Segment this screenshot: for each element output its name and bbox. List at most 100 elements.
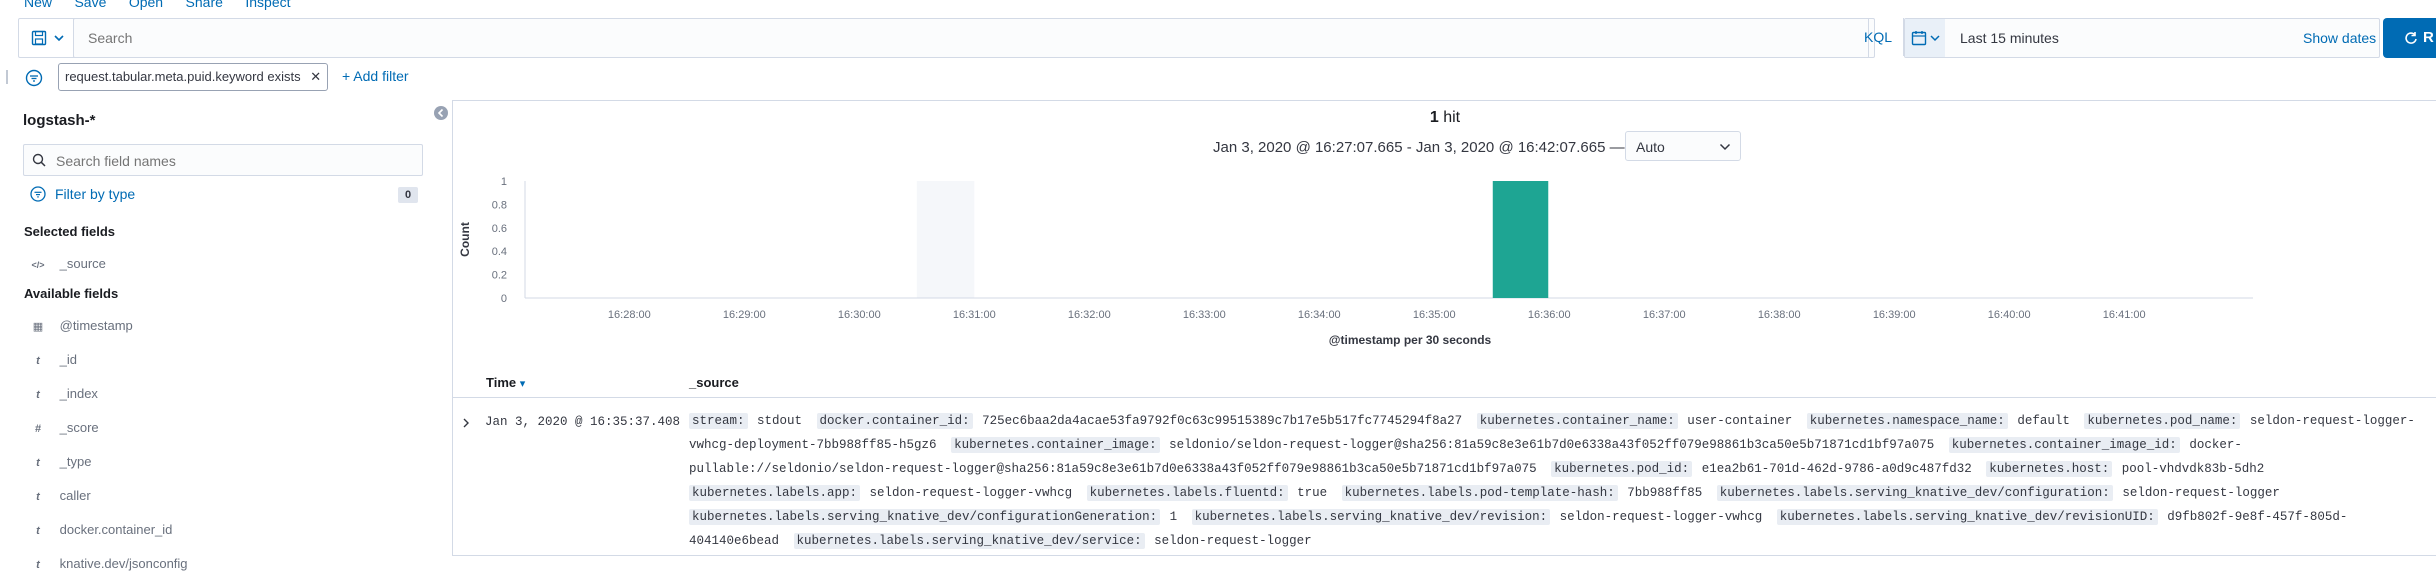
highlight-band [916, 181, 975, 298]
field-name: _type [59, 454, 92, 469]
quick-select-button[interactable] [1905, 19, 1945, 57]
x-tick-label: 16:35:00 [1413, 309, 1456, 321]
field-name: knative.dev/jsonconfig [59, 556, 188, 571]
field-item-index[interactable]: t _index [30, 384, 98, 404]
source-field-key: kubernetes.labels.serving_knative_dev/co… [689, 509, 1161, 525]
source-field-key: kubernetes.labels.serving_knative_dev/co… [1716, 485, 2113, 501]
source-field-key: kubernetes.labels.serving_knative_dev/re… [1776, 509, 2158, 525]
nav-share-link[interactable]: Share [186, 0, 223, 10]
filter-by-type-label: Filter by type [55, 186, 136, 202]
source-field-value: 1 [1162, 510, 1178, 524]
interval-select[interactable]: Auto [1625, 131, 1741, 161]
source-field-key: kubernetes.labels.fluentd: [1086, 485, 1288, 501]
y-axis-label: Count [458, 222, 472, 257]
source-field-key: kubernetes.pod_name: [2084, 413, 2241, 429]
chevron-down-icon [1930, 35, 1940, 42]
index-pattern-title[interactable]: logstash-* [23, 112, 96, 129]
string-type-icon: t [36, 389, 40, 401]
field-item-type[interactable]: t _type [30, 452, 91, 472]
nav-inspect-link[interactable]: Inspect [245, 0, 290, 10]
filter-pill-label: request.tabular.meta.puid.keyword exists [65, 69, 301, 84]
source-field-key: kubernetes.pod_id: [1551, 461, 1693, 477]
hits-counter: 1 hit [453, 109, 2436, 127]
add-filter-button[interactable]: + Add filter [342, 68, 409, 84]
close-icon[interactable]: ✕ [310, 69, 321, 84]
search-input-wrapper [73, 18, 1875, 58]
x-axis-label: @timestamp per 30 seconds [1329, 333, 1492, 347]
source-field-key: kubernetes.container_name: [1476, 413, 1678, 429]
filter-icon [30, 186, 46, 202]
search-input[interactable] [86, 27, 1790, 49]
filter-count-badge: 0 [398, 187, 418, 203]
sort-desc-icon[interactable]: ▾ [520, 378, 526, 390]
column-header-source: _source [689, 375, 739, 390]
string-type-icon: t [36, 355, 40, 367]
saved-query-button[interactable] [18, 18, 76, 58]
available-fields-title: Available fields [24, 286, 119, 301]
nav-toggle-icon[interactable] [6, 70, 16, 84]
source-field-value: seldon-request-logger-vwhcg [1552, 510, 1763, 524]
field-name: @timestamp [59, 318, 133, 333]
calendar-icon [1911, 31, 1927, 46]
source-field-key: kubernetes.container_image: [951, 437, 1160, 453]
x-tick-label: 16:31:00 [953, 309, 996, 321]
string-type-icon: t [36, 525, 40, 537]
column-header-time-label: Time [486, 375, 517, 390]
string-type-icon: t [36, 559, 40, 571]
y-tick-label: 0.4 [492, 246, 507, 258]
collapse-sidebar-icon[interactable] [433, 105, 449, 121]
x-tick-label: 16:34:00 [1298, 309, 1341, 321]
field-item-score[interactable]: # _score [30, 418, 99, 438]
source-field-value: seldon-request-logger [1146, 534, 1312, 548]
hits-label: hit [1443, 109, 1461, 126]
time-range-text: Jan 3, 2020 @ 16:27:07.665 - Jan 3, 2020… [1213, 139, 1625, 156]
field-item-source[interactable]: </> _source [30, 254, 106, 274]
field-item-knative-jsonconfig[interactable]: t knative.dev/jsonconfig [30, 554, 188, 574]
field-item-docker-container-id[interactable]: t docker.container_id [30, 520, 172, 540]
field-item-timestamp[interactable]: ▦ @timestamp [30, 316, 133, 336]
column-header-time[interactable]: Time ▾ [486, 375, 525, 390]
x-tick-label: 16:38:00 [1758, 309, 1801, 321]
field-search-input[interactable] [54, 151, 408, 171]
chevron-down-icon [1719, 143, 1731, 151]
source-field-value: 725ec6baa2da4acae53fa9792f0c63c99515389c… [974, 414, 1463, 428]
field-name: _id [59, 352, 77, 367]
document-time: Jan 3, 2020 @ 16:35:37.408 [485, 415, 681, 429]
date-picker: Last 15 minutes Show dates [1904, 18, 2380, 58]
show-dates-button[interactable]: Show dates [2303, 30, 2376, 46]
source-field-value: seldonio/seldon-request-logger@sha256:81… [1161, 438, 1935, 452]
field-search-wrapper [23, 144, 423, 176]
y-tick-label: 0.8 [492, 199, 507, 211]
x-tick-label: 16:30:00 [838, 309, 881, 321]
document-source: stream: stdout docker.container_id: 725e… [689, 409, 2434, 553]
field-name: _index [59, 386, 98, 401]
source-field-key: docker.container_id: [816, 413, 973, 429]
source-field-value: seldon-request-logger-vwhcg [862, 486, 1073, 500]
source-field-key: kubernetes.labels.serving_knative_dev/se… [793, 533, 1145, 549]
filter-options-icon[interactable] [25, 69, 43, 87]
source-field-key: kubernetes.host: [1986, 461, 2113, 477]
number-type-icon: # [34, 423, 42, 435]
nav-new-link[interactable]: New [24, 0, 52, 10]
nav-open-link[interactable]: Open [129, 0, 163, 10]
nav-save-link[interactable]: Save [74, 0, 106, 10]
expand-row-chevron-icon[interactable] [461, 417, 471, 429]
filter-pill[interactable]: request.tabular.meta.puid.keyword exists… [58, 63, 329, 91]
source-field-value: true [1289, 486, 1328, 500]
source-field-key: kubernetes.namespace_name: [1806, 413, 2008, 429]
x-tick-label: 16:32:00 [1068, 309, 1111, 321]
x-tick-label: 16:36:00 [1528, 309, 1571, 321]
hits-count: 1 [1429, 109, 1439, 126]
x-tick-label: 16:41:00 [2103, 309, 2146, 321]
field-name: _source [59, 256, 106, 271]
kql-toggle[interactable]: KQL [1864, 29, 1892, 45]
source-field-key: kubernetes.labels.app: [689, 485, 861, 501]
refresh-icon [2405, 32, 2417, 44]
x-tick-label: 16:40:00 [1988, 309, 2031, 321]
time-range-label[interactable]: Last 15 minutes [1960, 30, 2059, 46]
field-item-caller[interactable]: t caller [30, 486, 91, 506]
filter-by-type-button[interactable]: Filter by type 0 [30, 184, 422, 206]
field-item-id[interactable]: t _id [30, 350, 77, 370]
source-field-key: kubernetes.container_image_id: [1948, 437, 2180, 453]
refresh-button[interactable]: R [2383, 18, 2436, 58]
